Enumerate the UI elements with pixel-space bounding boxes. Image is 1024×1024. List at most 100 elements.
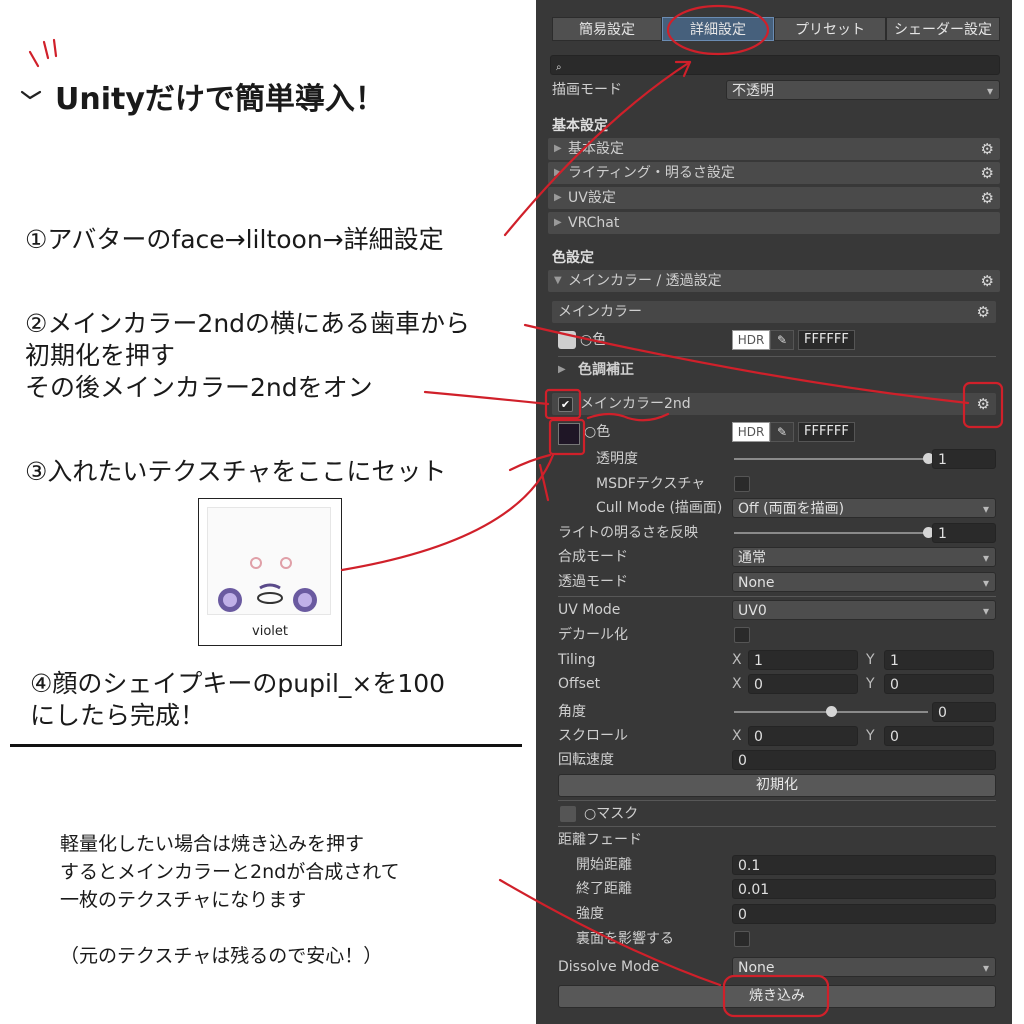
- fold-vrchat[interactable]: ▶ VRChat: [548, 212, 1000, 234]
- eye-texture-image: [218, 557, 317, 612]
- light-slider-track[interactable]: [734, 532, 928, 534]
- color-correction-fold[interactable]: 色調補正: [578, 359, 634, 381]
- distance-fade-label: 距離フェード: [558, 832, 642, 848]
- tiling-label: Tiling: [558, 652, 596, 668]
- search-input[interactable]: ⌕: [550, 55, 1000, 75]
- gear-icon[interactable]: ⚙: [981, 138, 994, 160]
- light-label: ライトの明るさを反映: [558, 525, 698, 541]
- opacity-input[interactable]: 1: [932, 449, 996, 469]
- msdf-checkbox[interactable]: [734, 476, 750, 492]
- msdf-label: MSDFテクスチャ: [596, 476, 706, 492]
- opacity-slider-track[interactable]: [734, 458, 928, 460]
- tutorial-title: Unityだけで簡単導入！: [55, 82, 385, 117]
- uv-mode-dropdown[interactable]: UV0: [732, 600, 996, 621]
- scroll-x-input[interactable]: 0: [748, 726, 858, 746]
- scroll-label: スクロール: [558, 728, 628, 744]
- render-mode-label: 描画モード: [552, 82, 622, 98]
- fold-main-color[interactable]: ▼ メインカラー / 透過設定 ⚙: [548, 270, 1000, 292]
- strength-label: 強度: [576, 906, 604, 922]
- cull-mode-dropdown[interactable]: Off (両面を描画): [732, 498, 996, 519]
- angle-label: 角度: [558, 704, 586, 720]
- bake-button[interactable]: 焼き込み: [558, 985, 996, 1008]
- main-color-header: メインカラー ⚙: [552, 301, 996, 323]
- gear-icon[interactable]: ⚙: [977, 301, 990, 323]
- strength-input[interactable]: 0: [732, 904, 996, 924]
- angle-input[interactable]: 0: [932, 702, 996, 722]
- texture-preview: [207, 507, 331, 615]
- backface-checkbox[interactable]: [734, 931, 750, 947]
- angle-slider-knob[interactable]: [826, 706, 837, 717]
- blend-mode-label: 合成モード: [558, 549, 628, 565]
- fold-uv[interactable]: ▶ UV設定 ⚙: [548, 187, 1000, 209]
- mask-label: ○マスク: [584, 806, 639, 822]
- blend-mode-dropdown[interactable]: 通常: [732, 547, 996, 568]
- main-color-2nd-toggle[interactable]: ✔: [558, 397, 573, 412]
- backface-label: 裏面を影響する: [576, 931, 674, 947]
- fade-end-input[interactable]: 0.01: [732, 879, 996, 899]
- tiling-y-input[interactable]: 1: [884, 650, 994, 670]
- main-color-label: ○色: [580, 332, 607, 348]
- separator: [558, 800, 996, 801]
- basic-settings-heading: 基本設定: [552, 118, 608, 134]
- tab-simple[interactable]: 簡易設定: [552, 17, 662, 41]
- light-input[interactable]: 1: [932, 523, 996, 543]
- alpha-mode-dropdown[interactable]: None: [732, 572, 996, 593]
- scroll-y-label: Y: [866, 728, 875, 744]
- main-color-hex[interactable]: FFFFFF: [798, 330, 855, 350]
- texture-name: violet: [252, 624, 288, 639]
- dissolve-mode-label: Dissolve Mode: [558, 959, 660, 975]
- emphasis-mark-left: [20, 90, 42, 100]
- tiling-x-input[interactable]: 1: [748, 650, 858, 670]
- fold-basic-label: 基本設定: [568, 141, 624, 157]
- decal-label: デカール化: [558, 627, 628, 643]
- divider-line: [10, 744, 522, 747]
- offset-y-input[interactable]: 0: [884, 674, 994, 694]
- rotation-speed-label: 回転速度: [558, 752, 614, 768]
- separator: [558, 826, 996, 827]
- cull-mode-label: Cull Mode (描画面): [596, 500, 723, 516]
- eyedropper-icon[interactable]: ✎: [770, 330, 794, 350]
- reset-button[interactable]: 初期化: [558, 774, 996, 797]
- hdr-button-2nd[interactable]: HDR: [732, 422, 770, 442]
- render-mode-dropdown[interactable]: 不透明: [726, 80, 1000, 101]
- gear-icon[interactable]: ⚙: [981, 162, 994, 184]
- main-texture-slot[interactable]: [558, 331, 576, 349]
- offset-y-label: Y: [866, 676, 875, 692]
- fold-vrchat-label: VRChat: [568, 215, 620, 231]
- expand-arrow-icon: ▶: [554, 143, 562, 154]
- tab-advanced[interactable]: 詳細設定: [662, 17, 774, 41]
- fade-start-input[interactable]: 0.1: [732, 855, 996, 875]
- scroll-x-label: X: [732, 728, 742, 744]
- fold-uv-label: UV設定: [568, 190, 616, 206]
- eyedropper-icon[interactable]: ✎: [770, 422, 794, 442]
- hdr-button[interactable]: HDR: [732, 330, 770, 350]
- decal-checkbox[interactable]: [734, 627, 750, 643]
- fold-main-color-label: メインカラー / 透過設定: [568, 273, 722, 289]
- tiling-y-label: Y: [866, 652, 875, 668]
- main-color-2nd-hex[interactable]: FFFFFF: [798, 422, 855, 442]
- liltoon-inspector-panel: 簡易設定 詳細設定 プリセット シェーダー設定 ⌕ 描画モード 不透明 基本設定…: [536, 0, 1012, 1024]
- gear-icon[interactable]: ⚙: [981, 187, 994, 209]
- main-color-2nd-color-label: ○色: [584, 424, 611, 440]
- color-settings-heading: 色設定: [552, 250, 594, 266]
- scroll-y-input[interactable]: 0: [884, 726, 994, 746]
- tiling-x-label: X: [732, 652, 742, 668]
- step-2-text: ②メインカラー2ndの横にある歯車から 初期化を押す その後メインカラー2ndを…: [25, 309, 471, 402]
- main-color-2nd-gear-icon[interactable]: ⚙: [977, 393, 990, 415]
- gear-icon[interactable]: ⚙: [981, 270, 994, 292]
- texture-thumbnail: violet: [198, 498, 342, 646]
- uv-mode-label: UV Mode: [558, 602, 621, 618]
- search-icon: ⌕: [556, 62, 562, 73]
- fold-basic[interactable]: ▶ 基本設定 ⚙: [548, 138, 1000, 160]
- tab-preset[interactable]: プリセット: [774, 17, 886, 41]
- offset-x-input[interactable]: 0: [748, 674, 858, 694]
- mask-texture-slot[interactable]: [560, 806, 576, 822]
- main-color-2nd-texture-slot[interactable]: [558, 423, 580, 445]
- fold-lighting[interactable]: ▶ ライティング・明るさ設定 ⚙: [548, 162, 1000, 184]
- expand-arrow-icon: ▶: [554, 167, 562, 178]
- rotation-speed-input[interactable]: 0: [732, 750, 996, 770]
- separator: [558, 356, 996, 357]
- dissolve-mode-dropdown[interactable]: None: [732, 957, 996, 978]
- step-1-text: ①アバターのface→liltoon→詳細設定: [25, 225, 444, 254]
- tab-shader-settings[interactable]: シェーダー設定: [886, 17, 1000, 41]
